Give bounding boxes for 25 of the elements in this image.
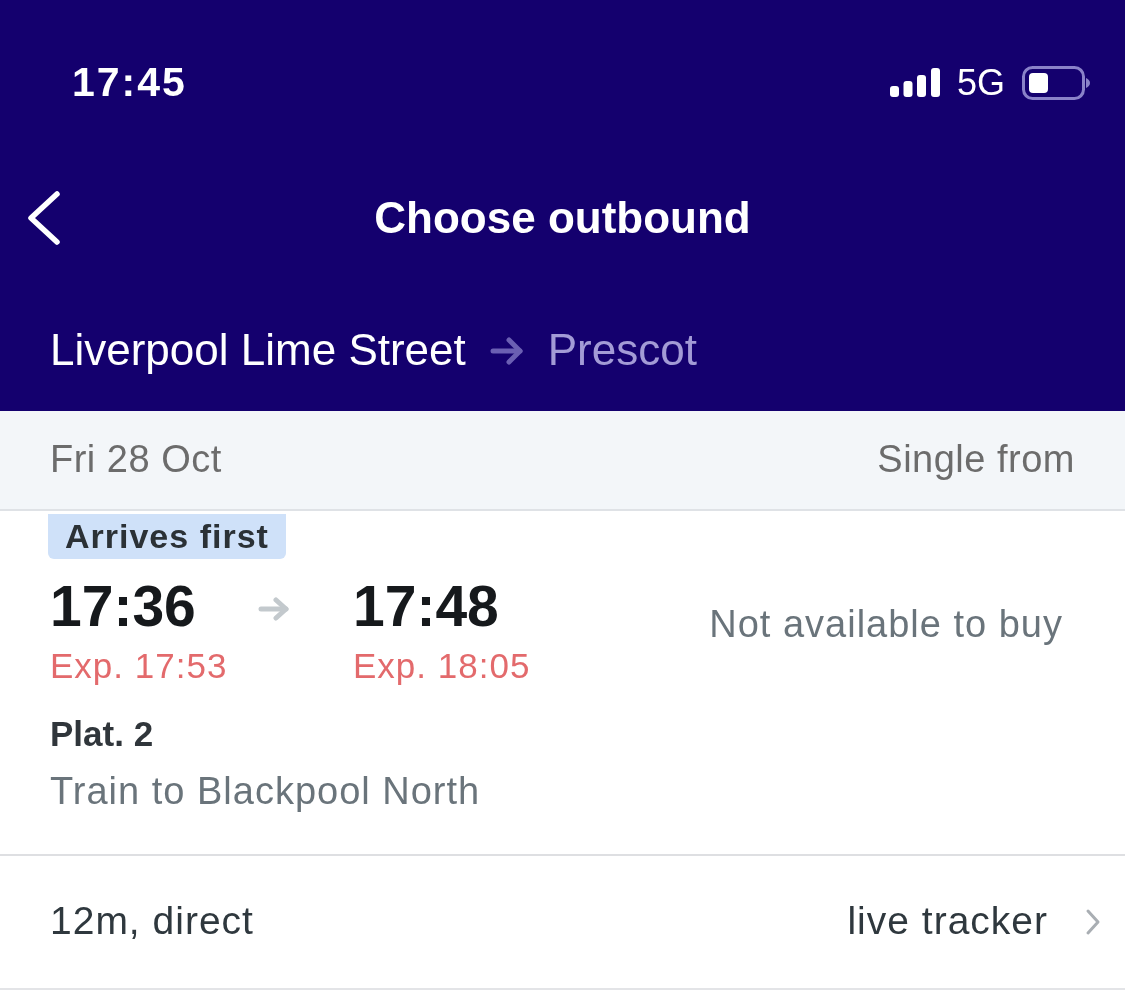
chevron-right-icon: [1085, 907, 1101, 936]
network-label: 5G: [956, 62, 1005, 104]
journey-card[interactable]: Arrives first 17:36 17:48 Not available to buy Exp. 17:53 Exp. 18:05 Plat. 2 Train to Blackpool North: [0, 511, 1125, 856]
back-button[interactable]: [26, 190, 62, 246]
service-destination: Train to Blackpool North: [50, 770, 481, 814]
arrow-right-icon: [258, 596, 290, 621]
availability-text: Not available to buy: [709, 603, 1063, 647]
route-origin: Liverpool Lime Street: [50, 325, 466, 376]
live-tracker-link[interactable]: live tracker: [847, 899, 1048, 945]
arrival-time: 17:48: [353, 574, 499, 640]
expected-arrival-time: Exp. 18:05: [353, 645, 531, 686]
journey-summary: 12m, direct: [50, 899, 254, 945]
route-destination: Prescot: [547, 325, 697, 376]
chevron-left-icon: [26, 190, 62, 246]
page-title: Choose outbound: [374, 192, 751, 244]
price-heading: Single from: [877, 438, 1075, 482]
highlight-badge: Arrives first: [48, 514, 286, 559]
platform-label: Plat. 2: [50, 713, 154, 755]
status-time: 17:45: [72, 59, 187, 107]
battery-icon: [1022, 66, 1090, 100]
arrow-right-icon: [489, 336, 524, 365]
date-label: Fri 28 Oct: [50, 438, 222, 482]
expected-departure-time: Exp. 17:53: [50, 645, 228, 686]
departure-time: 17:36: [50, 574, 196, 640]
signal-icon: [889, 68, 940, 98]
